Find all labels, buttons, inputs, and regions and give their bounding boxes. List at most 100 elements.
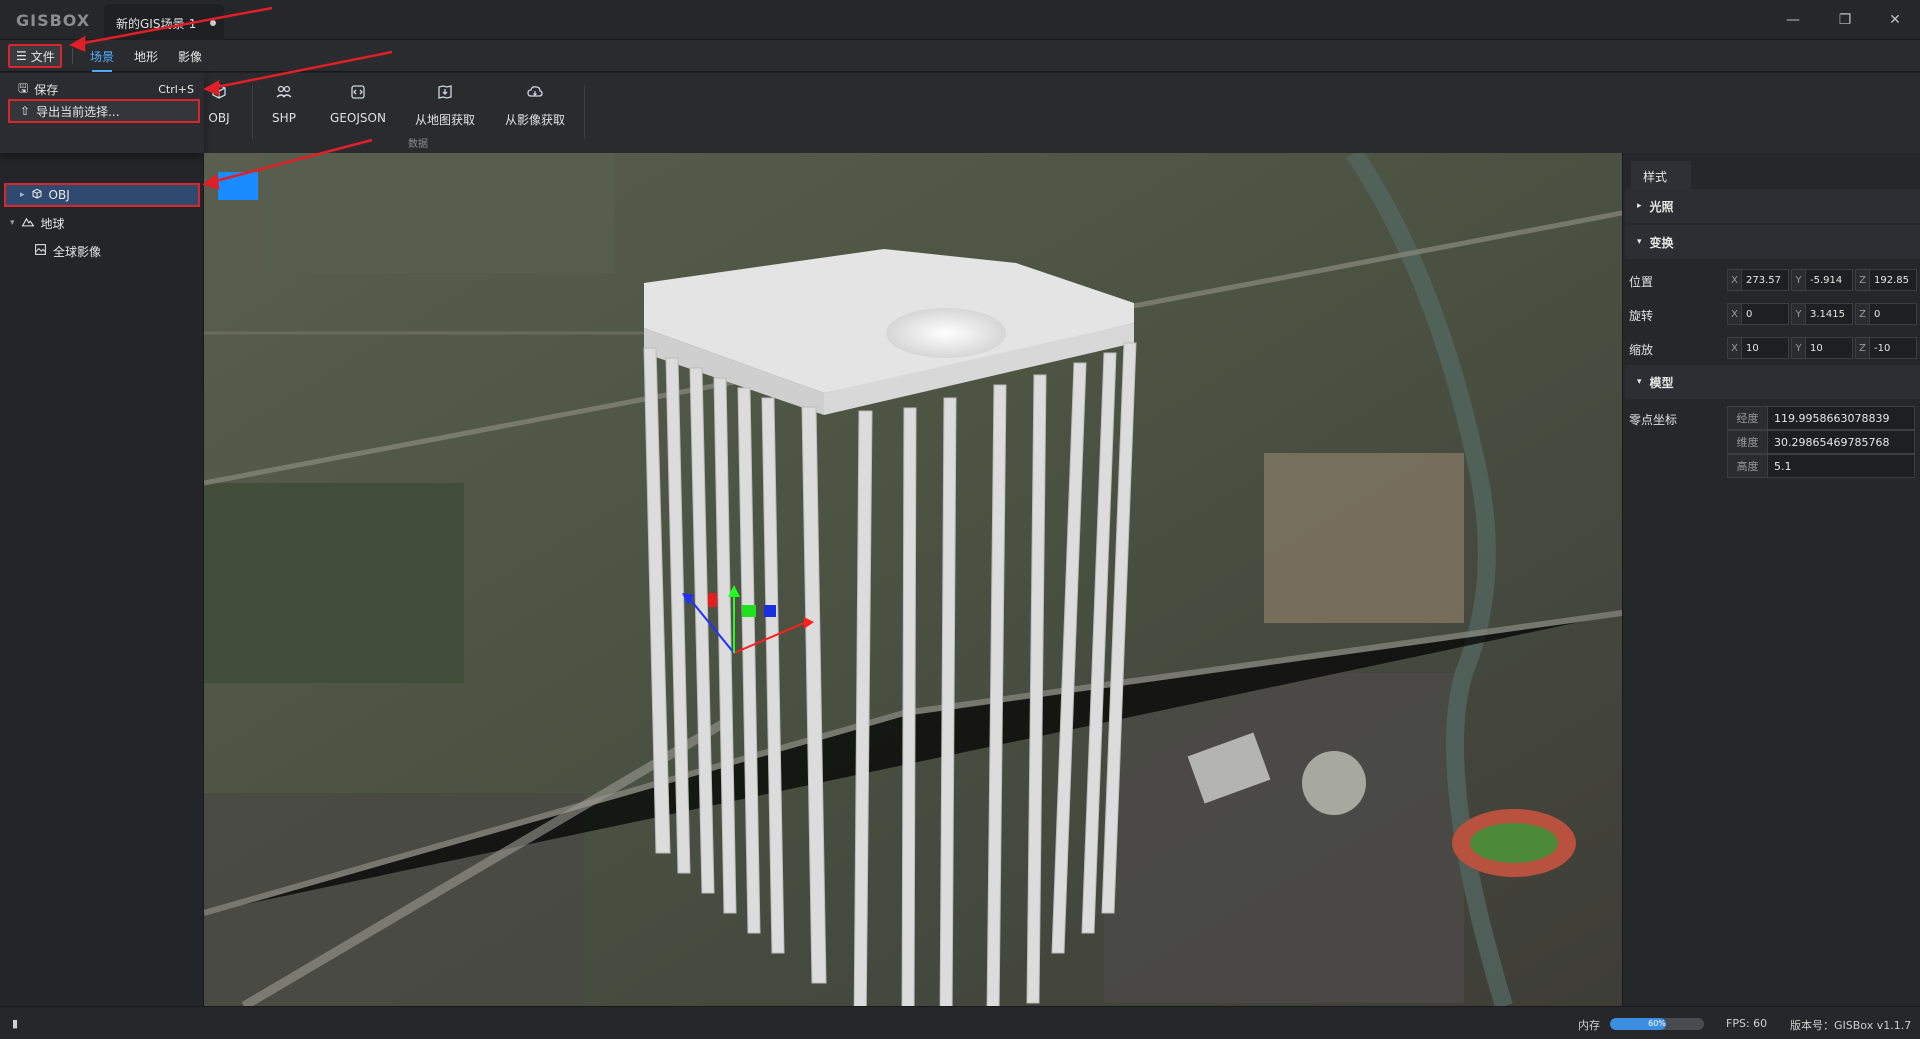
- export-icon: ⇧: [20, 104, 31, 118]
- properties-panel: 样式 ▸ 光照 ▾ 变换 位置 X 273.57 Y -5.914 Z 192.85 …: [1622, 153, 1920, 1006]
- tree-item-obj-label: OBJ: [48, 188, 70, 202]
- cloud-download-icon: [524, 81, 546, 103]
- longitude-value[interactable]: 119.9958663078839: [1768, 407, 1889, 429]
- file-dropdown-menu: 🖫 保存 Ctrl+S ⇧ 导出当前选择...: [0, 73, 204, 153]
- scale-y-input[interactable]: Y 10: [1791, 337, 1853, 359]
- ribbon-shp-label: SHP: [272, 111, 296, 125]
- ribbon-obj-label: OBJ: [208, 111, 230, 125]
- longitude-field[interactable]: 经度 119.9958663078839: [1727, 406, 1915, 430]
- version-label: 版本号：GISBox v1.1.7: [1790, 1019, 1912, 1032]
- scene-render: [204, 153, 1622, 1006]
- ribbon-from-map-label: 从地图获取: [414, 113, 475, 127]
- expand-arrow-icon[interactable]: ▸: [20, 190, 25, 200]
- chevron-right-icon: ▸: [1637, 201, 1642, 211]
- latitude-label: 维度: [1728, 431, 1768, 453]
- menu-bar: ☰ 文件 场景 地形 影像: [0, 40, 1920, 72]
- section-transform[interactable]: ▾ 变换: [1625, 225, 1920, 259]
- ribbon-obj-button[interactable]: OBJ: [204, 81, 234, 125]
- globe-icon: [21, 216, 35, 231]
- restore-button[interactable]: ❐: [1822, 0, 1868, 40]
- position-x-input[interactable]: X 273.57: [1727, 269, 1789, 291]
- app-logo: GISBOX: [16, 11, 91, 30]
- tab-terrain[interactable]: 地形: [134, 48, 158, 65]
- file-menu-label: 文件: [30, 49, 55, 64]
- cube-icon: [31, 188, 43, 203]
- menu-item-export-label: 导出当前选择...: [36, 104, 120, 119]
- map-download-icon: [434, 81, 456, 103]
- scale-x-input[interactable]: X 10: [1727, 337, 1789, 359]
- fps-counter: FPS: 60: [1726, 1017, 1768, 1030]
- 3d-viewport[interactable]: [204, 153, 1622, 1006]
- position-z-input[interactable]: Z 192.85: [1855, 269, 1917, 291]
- scale-label: 缩放: [1629, 343, 1654, 357]
- ribbon-from-map-button[interactable]: 从地图获取: [412, 81, 478, 128]
- latitude-value[interactable]: 30.29865469785768: [1768, 431, 1889, 453]
- minimize-icon: —: [1786, 12, 1800, 28]
- ribbon-geojson-label: GEOJSON: [330, 111, 386, 125]
- tree-item-global-imagery[interactable]: 全球影像: [34, 239, 101, 263]
- menu-separator: [72, 48, 73, 64]
- rotation-label: 旋转: [1629, 309, 1654, 323]
- ribbon-toolbar: OBJ SHP GEOJSON 从地图获取 从影像获取 数据: [204, 73, 1920, 153]
- users-icon: [273, 81, 295, 103]
- ribbon-separator: [252, 85, 253, 139]
- code-file-icon: [347, 81, 369, 103]
- unsaved-dot-icon[interactable]: [210, 20, 216, 26]
- chevron-down-icon: ▾: [1637, 237, 1642, 247]
- memory-percent: 60%: [1648, 1019, 1666, 1028]
- menu-icon: ☰: [16, 49, 27, 63]
- minimize-button[interactable]: —: [1770, 0, 1816, 40]
- status-bar: ▮ 内存 60% FPS: 60 版本号：GISBox v1.1.7: [0, 1006, 1920, 1039]
- chevron-down-icon: ▾: [1637, 377, 1642, 387]
- position-y-input[interactable]: Y -5.914: [1791, 269, 1853, 291]
- memory-progress-bar: 60%: [1610, 1018, 1704, 1030]
- latitude-field[interactable]: 维度 30.29865469785768: [1727, 430, 1915, 454]
- section-lighting[interactable]: ▸ 光照: [1625, 189, 1920, 223]
- close-button[interactable]: ✕: [1872, 0, 1918, 40]
- document-tab[interactable]: 新的GIS场景-1: [104, 4, 224, 40]
- round-building: [1302, 751, 1366, 815]
- tab-style[interactable]: 样式: [1631, 161, 1691, 189]
- scene-tree-panel: 🖫 保存 Ctrl+S ⇧ 导出当前选择... ▸ OBJ ▾ 地球 全球影像: [0, 73, 204, 1006]
- position-label: 位置: [1629, 275, 1654, 289]
- selection-marker: [218, 172, 258, 200]
- tree-item-earth-label: 地球: [40, 216, 65, 231]
- menu-item-export-selection[interactable]: ⇧ 导出当前选择...: [8, 99, 200, 123]
- urban-area: [1104, 673, 1464, 1003]
- rotation-y-input[interactable]: Y 3.1415: [1791, 303, 1853, 325]
- height-field[interactable]: 高度 5.1: [1727, 454, 1915, 478]
- close-icon: ✕: [1889, 12, 1901, 28]
- section-model[interactable]: ▾ 模型: [1625, 365, 1920, 399]
- ribbon-from-imagery-label: 从影像获取: [504, 113, 565, 127]
- title-bar: GISBOX 新的GIS场景-1 — ❐ ✕: [0, 0, 1920, 40]
- menu-item-save[interactable]: 🖫 保存 Ctrl+S: [8, 77, 200, 101]
- tab-scene[interactable]: 场景: [90, 48, 114, 72]
- section-model-label: 模型: [1649, 375, 1674, 390]
- ribbon-group-label: 数据: [408, 139, 428, 150]
- ribbon-shp-button[interactable]: SHP: [268, 81, 300, 125]
- tree-item-global-imagery-label: 全球影像: [53, 244, 102, 259]
- height-value[interactable]: 5.1: [1768, 455, 1792, 477]
- rotation-z-input[interactable]: Z0: [1855, 303, 1917, 325]
- scale-z-input[interactable]: Z -10: [1855, 337, 1917, 359]
- section-transform-label: 变换: [1649, 235, 1674, 250]
- save-shortcut: Ctrl+S: [158, 82, 194, 96]
- tree-item-earth[interactable]: ▾ 地球: [10, 211, 65, 235]
- file-menu-button[interactable]: ☰ 文件: [8, 44, 62, 68]
- image-icon: [34, 243, 47, 259]
- tab-imagery[interactable]: 影像: [178, 48, 202, 65]
- document-tab-label: 新的GIS场景-1: [116, 17, 197, 31]
- collapse-arrow-icon[interactable]: ▾: [10, 218, 15, 228]
- tree-item-obj[interactable]: ▸ OBJ: [4, 183, 200, 207]
- menu-item-save-label: 保存: [34, 82, 59, 97]
- ribbon-from-imagery-button[interactable]: 从影像获取: [502, 81, 568, 128]
- memory-label: 内存: [1578, 1019, 1600, 1032]
- cube-icon: [208, 81, 230, 103]
- notification-icon[interactable]: ▮: [12, 1017, 18, 1030]
- ribbon-geojson-button[interactable]: GEOJSON: [328, 81, 388, 125]
- origin-coordinates-label: 零点坐标: [1629, 413, 1678, 427]
- section-lighting-label: 光照: [1649, 199, 1674, 214]
- rotation-x-input[interactable]: X0: [1727, 303, 1789, 325]
- farmland-area: [204, 483, 464, 683]
- bare-land-area: [1264, 453, 1464, 623]
